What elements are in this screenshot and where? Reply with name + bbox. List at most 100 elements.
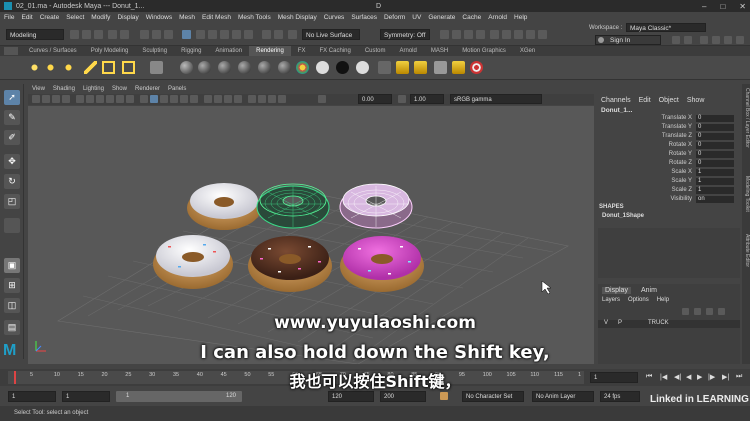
options-menu[interactable]: Options — [628, 297, 649, 303]
live-surface-dropdown[interactable]: No Live Surface — [302, 29, 360, 40]
attr-scale-x[interactable]: Scale X1 — [596, 169, 742, 177]
help-menu[interactable]: Help — [657, 297, 669, 303]
use-background-icon[interactable] — [336, 61, 349, 74]
safe-action-icon[interactable] — [126, 95, 134, 103]
surface-shader-icon[interactable] — [316, 61, 329, 74]
render-sequence-icon[interactable] — [414, 61, 427, 74]
ipr-icon[interactable] — [452, 30, 461, 39]
range-bar[interactable]: 1 120 — [116, 391, 242, 402]
move-tool-icon[interactable]: ✥ — [4, 154, 20, 169]
show-tab[interactable]: Show — [687, 97, 705, 104]
toggle-panel-icon[interactable] — [490, 30, 499, 39]
toggle-tools-icon[interactable] — [502, 30, 511, 39]
xray-joints-icon[interactable] — [268, 95, 276, 103]
edit-tab[interactable]: Edit — [639, 97, 651, 104]
isolate-select-icon[interactable] — [248, 95, 256, 103]
resolution-gate-icon[interactable] — [96, 95, 104, 103]
attr-toggle-icon[interactable] — [712, 36, 720, 44]
history-icon[interactable] — [262, 30, 271, 39]
shelf-tab-rendering[interactable]: Rendering — [249, 46, 291, 56]
display-layer-tab[interactable]: Display — [602, 287, 631, 294]
shelf-tab-mash[interactable]: MASH — [424, 46, 455, 56]
menu-modify[interactable]: Modify — [91, 14, 110, 21]
phonge-icon[interactable] — [238, 61, 251, 74]
scale-tool-icon[interactable]: ◰ — [4, 194, 20, 209]
phong-icon[interactable] — [218, 61, 231, 74]
shelf-tab-curves-surfaces[interactable]: Curves / Surfaces — [22, 46, 84, 56]
anisotropic-icon[interactable] — [258, 61, 271, 74]
workspace-dropdown[interactable]: Maya Classic* — [626, 23, 706, 32]
vp-menu-renderer[interactable]: Renderer — [135, 86, 160, 92]
ipr-render-icon[interactable] — [396, 61, 409, 74]
shadows-icon[interactable] — [190, 95, 198, 103]
maximize-icon[interactable]: □ — [720, 2, 725, 11]
attr-translate-x[interactable]: Translate X0 — [596, 115, 742, 123]
save-scene-icon[interactable] — [94, 30, 103, 39]
colorspace-dropdown[interactable]: sRGB gamma — [450, 94, 542, 104]
channel-toggle-icon[interactable] — [700, 36, 708, 44]
attr-rotate-z[interactable]: Rotate Z0 — [596, 160, 742, 168]
snap-view-icon[interactable] — [232, 30, 241, 39]
shelf-tab-fx[interactable]: FX — [291, 46, 313, 56]
gate-mask-icon[interactable] — [106, 95, 114, 103]
menu-surfaces[interactable]: Surfaces — [351, 14, 377, 21]
camera-icon[interactable] — [150, 61, 163, 74]
snap-surface-icon[interactable] — [244, 30, 253, 39]
end-frame-field[interactable]: 200 — [380, 391, 426, 402]
menu-cache[interactable]: Cache — [462, 14, 481, 21]
menu-help[interactable]: Help — [514, 14, 527, 21]
menu-mesh-display[interactable]: Mesh Display — [278, 14, 317, 21]
shelf-tab-arnold[interactable]: Arnold — [393, 46, 424, 56]
magnet-icon[interactable] — [288, 30, 297, 39]
render-icon[interactable] — [440, 30, 449, 39]
start-frame-field[interactable]: 1 — [8, 391, 56, 402]
exposure-field[interactable]: 0.00 — [358, 94, 392, 104]
camera-select-icon[interactable] — [32, 95, 40, 103]
film-gate-icon[interactable] — [86, 95, 94, 103]
modeling-toolkit-side-tab[interactable]: Modeling Toolkit — [742, 176, 750, 212]
render-settings-shelf-icon[interactable] — [434, 61, 447, 74]
textured-icon[interactable] — [170, 95, 178, 103]
select-object-icon[interactable] — [152, 30, 161, 39]
grid-toggle-icon[interactable] — [76, 95, 84, 103]
ambient-light-icon[interactable] — [28, 61, 41, 74]
new-scene-icon[interactable] — [70, 30, 79, 39]
fps-dropdown[interactable]: 24 fps — [600, 391, 640, 402]
select-hierarchy-icon[interactable] — [140, 30, 149, 39]
attribute-editor-side-tab[interactable]: Attribute Editor — [742, 234, 750, 267]
close-icon[interactable]: ✕ — [739, 2, 746, 11]
shelf-tab-motion-graphics[interactable]: Motion Graphics — [455, 46, 513, 56]
layered-shader-icon[interactable] — [278, 61, 291, 74]
playback-end-field[interactable]: 120 — [328, 391, 374, 402]
menu-mesh-tools[interactable]: Mesh Tools — [238, 14, 271, 21]
mode-dropdown[interactable]: Modeling — [6, 29, 64, 40]
lambert-icon[interactable] — [198, 61, 211, 74]
attr-rotate-x[interactable]: Rotate X0 — [596, 142, 742, 150]
shading-map-icon[interactable] — [356, 61, 369, 74]
depth-of-field-icon[interactable] — [234, 95, 242, 103]
vp-menu-shading[interactable]: Shading — [53, 86, 75, 92]
menu-edit[interactable]: Edit — [21, 14, 32, 21]
shelf-tab-xgen[interactable]: XGen — [513, 46, 542, 56]
batch-render-icon[interactable] — [452, 61, 465, 74]
menu-edit-mesh[interactable]: Edit Mesh — [202, 14, 231, 21]
menu-display[interactable]: Display — [117, 14, 138, 21]
select-mask-icon[interactable] — [182, 30, 191, 39]
shelf-tab-fx-caching[interactable]: FX Caching — [312, 46, 357, 56]
hypershade-icon[interactable] — [476, 30, 485, 39]
menu-create[interactable]: Create — [40, 14, 60, 21]
snap-curve-icon[interactable] — [208, 30, 217, 39]
paint-select-icon[interactable]: ✐ — [4, 130, 20, 145]
snap-point-icon[interactable] — [220, 30, 229, 39]
motion-blur-icon[interactable] — [214, 95, 222, 103]
smooth-shade-icon[interactable] — [150, 95, 158, 103]
spot-light-icon[interactable] — [84, 61, 97, 74]
open-scene-icon[interactable] — [82, 30, 91, 39]
ramp-shader-icon[interactable] — [296, 61, 309, 74]
vp-menu-show[interactable]: Show — [112, 86, 127, 92]
area-light-icon[interactable] — [102, 61, 115, 74]
menu-arnold[interactable]: Arnold — [488, 14, 507, 21]
minimize-icon[interactable]: – — [702, 2, 706, 11]
xray-components-icon[interactable] — [278, 95, 286, 103]
attr-translate-y[interactable]: Translate Y0 — [596, 124, 742, 132]
